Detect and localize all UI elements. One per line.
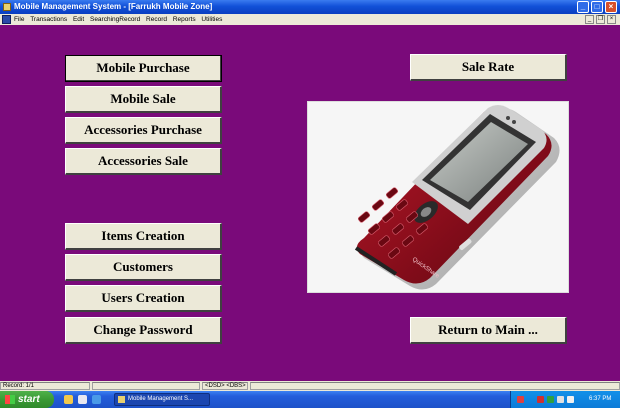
status-panel-empty — [92, 382, 200, 390]
antivirus-icon[interactable] — [517, 396, 524, 403]
status-bar: Record: 1/1 <DSD> <DBS> — [0, 381, 620, 391]
return-to-main-button[interactable]: Return to Main ... — [410, 317, 567, 344]
mdi-restore-button[interactable]: ❐ — [596, 15, 605, 24]
users-creation-button[interactable]: Users Creation — [65, 285, 222, 312]
taskbar: start Mobile Management S... 6:37 PM — [0, 391, 620, 408]
customers-button[interactable]: Customers — [65, 254, 222, 281]
status-record: Record: 1/1 — [0, 382, 90, 390]
mobile-phone-illustration: QuickShare — [354, 105, 560, 290]
tray-green-icon[interactable] — [547, 396, 554, 403]
app-icon — [3, 3, 11, 11]
start-button[interactable]: start — [0, 391, 54, 408]
mobile-sale-button[interactable]: Mobile Sale — [65, 86, 222, 113]
show-desktop-icon[interactable] — [78, 395, 87, 404]
system-tray: 6:37 PM — [510, 391, 620, 408]
menu-reports[interactable]: Reports — [173, 16, 196, 23]
close-button[interactable]: × — [605, 1, 617, 13]
maximize-button[interactable]: □ — [591, 1, 603, 13]
menu-bar: File Transactions Edit SearchingRecord R… — [0, 14, 620, 25]
start-label: start — [18, 394, 40, 405]
taskbar-item-label: Mobile Management S... — [128, 396, 194, 402]
menu-utilities[interactable]: Utilities — [201, 16, 222, 23]
menu-record[interactable]: Record — [146, 16, 167, 23]
menu-searching-record[interactable]: SearchingRecord — [90, 16, 140, 23]
ie-icon[interactable] — [64, 395, 73, 404]
menu-edit[interactable]: Edit — [73, 16, 84, 23]
title-bar: Mobile Management System - [Farrukh Mobi… — [0, 0, 620, 14]
status-panel-empty-2 — [250, 382, 620, 390]
taskbar-item-mobile-management[interactable]: Mobile Management S... — [114, 393, 210, 406]
network-icon[interactable] — [557, 396, 564, 403]
menu-transactions[interactable]: Transactions — [30, 16, 67, 23]
windows-logo-icon — [5, 395, 15, 404]
accessories-purchase-button[interactable]: Accessories Purchase — [65, 117, 222, 144]
window-title: Mobile Management System - [Farrukh Mobi… — [14, 2, 213, 11]
items-creation-button[interactable]: Items Creation — [65, 223, 222, 250]
tray-red-icon[interactable] — [537, 396, 544, 403]
minimize-button[interactable]: _ — [577, 1, 589, 13]
volume-icon[interactable] — [567, 396, 574, 403]
phone-image: QuickShare — [307, 101, 569, 293]
mdi-minimize-button[interactable]: _ — [585, 15, 594, 24]
document-icon[interactable] — [2, 15, 11, 24]
status-indicators: <DSD> <DBS> — [202, 382, 248, 390]
menu-file[interactable]: File — [14, 16, 24, 23]
mobile-purchase-button[interactable]: Mobile Purchase — [65, 55, 222, 82]
clock[interactable]: 6:37 PM — [589, 391, 611, 408]
change-password-button[interactable]: Change Password — [65, 317, 222, 344]
accessories-sale-button[interactable]: Accessories Sale — [65, 148, 222, 175]
mdi-close-button[interactable]: × — [607, 15, 616, 24]
app-icon — [118, 396, 125, 403]
quick-launch-icon[interactable] — [92, 395, 101, 404]
sale-rate-button[interactable]: Sale Rate — [410, 54, 567, 81]
